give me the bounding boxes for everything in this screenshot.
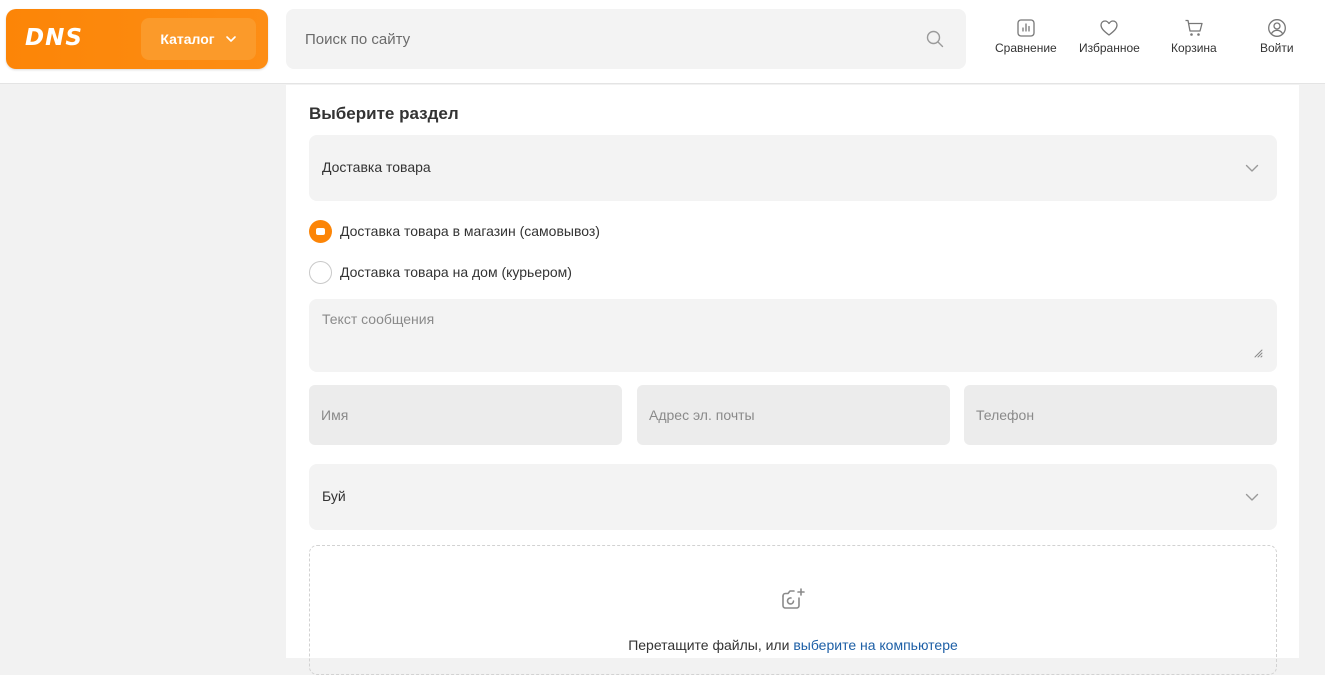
radio-pickup-label: Доставка товара в магазин (самовывоз) xyxy=(340,223,600,239)
dropzone-text: Перетащите файлы, или выберите на компью… xyxy=(310,637,1276,653)
nav-favorites[interactable]: Избранное xyxy=(1079,18,1140,60)
dropzone-label: Перетащите файлы, или xyxy=(628,637,790,653)
radio-courier[interactable]: Доставка товара на дом (курьером) xyxy=(309,260,572,284)
search-box xyxy=(286,9,966,69)
message-textarea[interactable] xyxy=(309,299,1277,372)
cart-icon xyxy=(1185,19,1203,36)
feedback-form: Выберите раздел Доставка товара Доставка… xyxy=(286,85,1299,675)
chevron-down-icon xyxy=(225,36,236,42)
file-dropzone[interactable]: Перетащите файлы, или выберите на компью… xyxy=(309,545,1277,675)
nav-login[interactable]: Войти xyxy=(1260,18,1294,60)
right-gutter xyxy=(1299,85,1325,658)
section-select-value: Доставка товара xyxy=(322,159,431,175)
nav-compare[interactable]: Сравнение xyxy=(995,18,1057,60)
resize-grip-icon[interactable] xyxy=(1253,348,1263,358)
search-icon[interactable] xyxy=(926,30,944,48)
message-box xyxy=(309,299,1277,372)
nav-cart[interactable]: Корзина xyxy=(1171,18,1217,60)
radio-pickup[interactable]: Доставка товара в магазин (самовывоз) xyxy=(309,219,600,243)
nav-login-label: Войти xyxy=(1260,41,1294,55)
dns-logo[interactable]: DNS xyxy=(25,25,83,51)
nav-compare-label: Сравнение xyxy=(995,41,1057,55)
name-field[interactable] xyxy=(309,385,622,445)
nav-cart-label: Корзина xyxy=(1171,41,1217,55)
phone-field[interactable] xyxy=(964,385,1277,445)
city-select[interactable]: Буй xyxy=(309,464,1277,530)
name-field-box xyxy=(309,385,622,445)
radio-button-checked[interactable] xyxy=(309,219,332,243)
catalog-button-label: Каталог xyxy=(160,31,215,47)
site-header: DNS Каталог Сравнение Избранное Корзина … xyxy=(0,0,1325,84)
chevron-down-icon xyxy=(1245,164,1259,172)
section-title: Выберите раздел xyxy=(309,104,459,123)
camera-add-icon xyxy=(782,588,805,609)
compare-icon xyxy=(1017,19,1035,37)
choose-file-link[interactable]: выберите на компьютере xyxy=(793,637,957,653)
nav-favorites-label: Избранное xyxy=(1079,41,1140,55)
phone-field-box xyxy=(964,385,1277,445)
radio-courier-label: Доставка товара на дом (курьером) xyxy=(340,264,572,280)
section-select[interactable]: Доставка товара xyxy=(309,135,1277,201)
catalog-button[interactable]: Каталог xyxy=(141,18,256,60)
logo-block: DNS Каталог xyxy=(6,9,268,69)
heart-icon xyxy=(1100,20,1119,36)
chevron-down-icon xyxy=(1245,493,1259,501)
email-field-box xyxy=(637,385,950,445)
user-icon xyxy=(1267,19,1286,37)
search-input[interactable] xyxy=(286,9,966,69)
left-sidebar xyxy=(0,85,286,658)
city-select-value: Буй xyxy=(322,488,346,504)
radio-button-unchecked[interactable] xyxy=(309,260,332,284)
email-field[interactable] xyxy=(637,385,950,445)
